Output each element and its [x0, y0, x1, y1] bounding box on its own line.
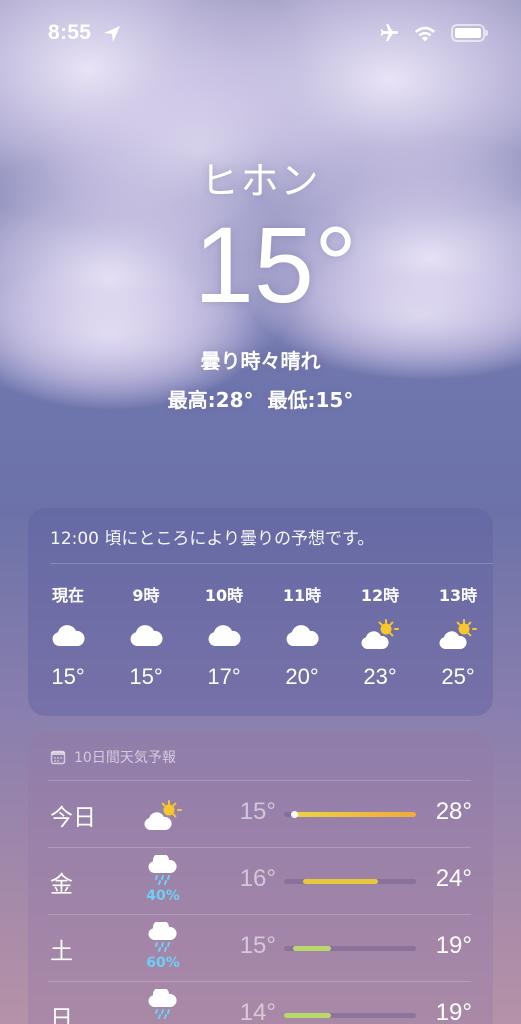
- divider: [48, 914, 471, 915]
- day-name: 今日: [50, 805, 96, 831]
- partly-sunny-icon: [350, 614, 410, 656]
- hourly-item[interactable]: 現在 15°: [38, 582, 98, 690]
- high-temperature: 28°: [435, 798, 472, 825]
- day-name: 土: [50, 939, 73, 965]
- rain-icon: [146, 852, 180, 889]
- high-low: 最高:28° 最低:15°: [0, 384, 521, 413]
- hourly-item[interactable]: 10時 17°: [194, 582, 254, 690]
- low-temperature: 15°: [239, 932, 276, 959]
- hourly-item[interactable]: 9時 15°: [116, 582, 176, 690]
- low-temperature: 16°: [239, 865, 276, 892]
- hourly-summary: 12:00 頃にところにより曇りの予想です。: [50, 529, 375, 549]
- daily-row[interactable]: 金 40% 16° 24°: [28, 847, 493, 914]
- rain-icon: [146, 986, 180, 1023]
- high-temperature: 19°: [435, 932, 472, 959]
- wifi-icon: [415, 26, 435, 42]
- day-icon-group: 40%: [140, 852, 186, 904]
- cloud-icon: [272, 614, 332, 656]
- cloud-icon: [194, 614, 254, 656]
- hour-temperature: 17°: [207, 664, 241, 689]
- temperature-range-bar: [284, 879, 416, 884]
- hourly-item[interactable]: 11時 20°: [272, 582, 332, 690]
- temperature-range-bar: [284, 811, 416, 818]
- day-icon-group: 60%: [140, 919, 186, 971]
- hourly-item[interactable]: 13時 25°: [428, 582, 488, 690]
- rain-icon: [146, 919, 180, 956]
- daily-header-label: 10日間天気予報: [74, 750, 176, 766]
- day-name: 金: [50, 872, 73, 898]
- high-temperature: 19°: [435, 999, 472, 1024]
- high-temperature: 最高:28°: [167, 388, 254, 412]
- hourly-forecast-card[interactable]: 12:00 頃にところにより曇りの予想です。 現在 15° 9時 15° 10時 17° 1…: [28, 508, 493, 716]
- hour-label: 12時: [360, 586, 400, 605]
- divider: [48, 780, 471, 781]
- calendar-icon: [50, 750, 66, 765]
- battery-level: [455, 28, 481, 38]
- temperature-range-fill: [284, 1013, 332, 1018]
- high-temperature: 24°: [435, 865, 472, 892]
- daily-header: 10日間天気予報: [50, 747, 176, 767]
- low-temperature: 15°: [239, 798, 276, 825]
- hour-label: 13時: [438, 586, 478, 605]
- hour-label: 9時: [132, 586, 160, 605]
- hour-temperature: 23°: [363, 664, 397, 689]
- precipitation-chance: 40%: [146, 888, 180, 904]
- hour-temperature: 20°: [285, 664, 319, 689]
- temperature-range-bar: [284, 946, 416, 951]
- airplane-icon: [380, 23, 399, 42]
- battery-icon: [451, 24, 488, 42]
- divider: [48, 981, 471, 982]
- temperature-range-fill: [293, 812, 416, 817]
- status-time: 8:55: [48, 21, 92, 44]
- divider: [48, 847, 471, 848]
- hour-label: 11時: [282, 586, 322, 605]
- hour-temperature: 25°: [441, 664, 475, 689]
- daily-row[interactable]: 今日 15° 28°: [28, 780, 493, 847]
- daily-forecast-card[interactable]: 10日間天気予報 今日 15° 28° 金 40% 16° 24° 土 60% 15° 19° 日 14…: [28, 732, 493, 1024]
- daily-row[interactable]: 日 14° 19°: [28, 981, 493, 1024]
- cloud-icon: [38, 614, 98, 656]
- current-weather: ヒホン 15° 曇り時々晴れ 最高:28° 最低:15°: [0, 140, 521, 413]
- hourly-item[interactable]: 12時 23°: [350, 582, 410, 690]
- status-bar: 8:55: [0, 0, 521, 66]
- day-icon-group: [140, 788, 186, 836]
- partly-sunny-icon: [143, 800, 183, 836]
- current-temperature: 15°: [193, 204, 358, 325]
- day-icon-group: [140, 986, 186, 1024]
- daily-row[interactable]: 土 60% 15° 19°: [28, 914, 493, 981]
- hour-temperature: 15°: [129, 664, 163, 689]
- hour-temperature: 15°: [51, 664, 85, 689]
- current-condition: 曇り時々晴れ: [200, 349, 321, 373]
- temperature-range-fill: [293, 946, 332, 951]
- hour-label: 10時: [204, 586, 244, 605]
- city-name: ヒホン: [200, 159, 321, 203]
- low-temperature: 14°: [239, 999, 276, 1024]
- divider: [50, 563, 493, 564]
- partly-sunny-icon: [428, 614, 488, 656]
- day-name: 日: [50, 1006, 73, 1024]
- location-arrow-icon: [104, 26, 120, 42]
- cloud-icon: [116, 614, 176, 656]
- low-temperature: 最低:15°: [267, 388, 354, 412]
- hour-label: 現在: [51, 586, 84, 605]
- temperature-range-bar: [284, 1013, 416, 1018]
- precipitation-chance: 60%: [146, 955, 180, 971]
- temperature-range-fill: [302, 879, 379, 884]
